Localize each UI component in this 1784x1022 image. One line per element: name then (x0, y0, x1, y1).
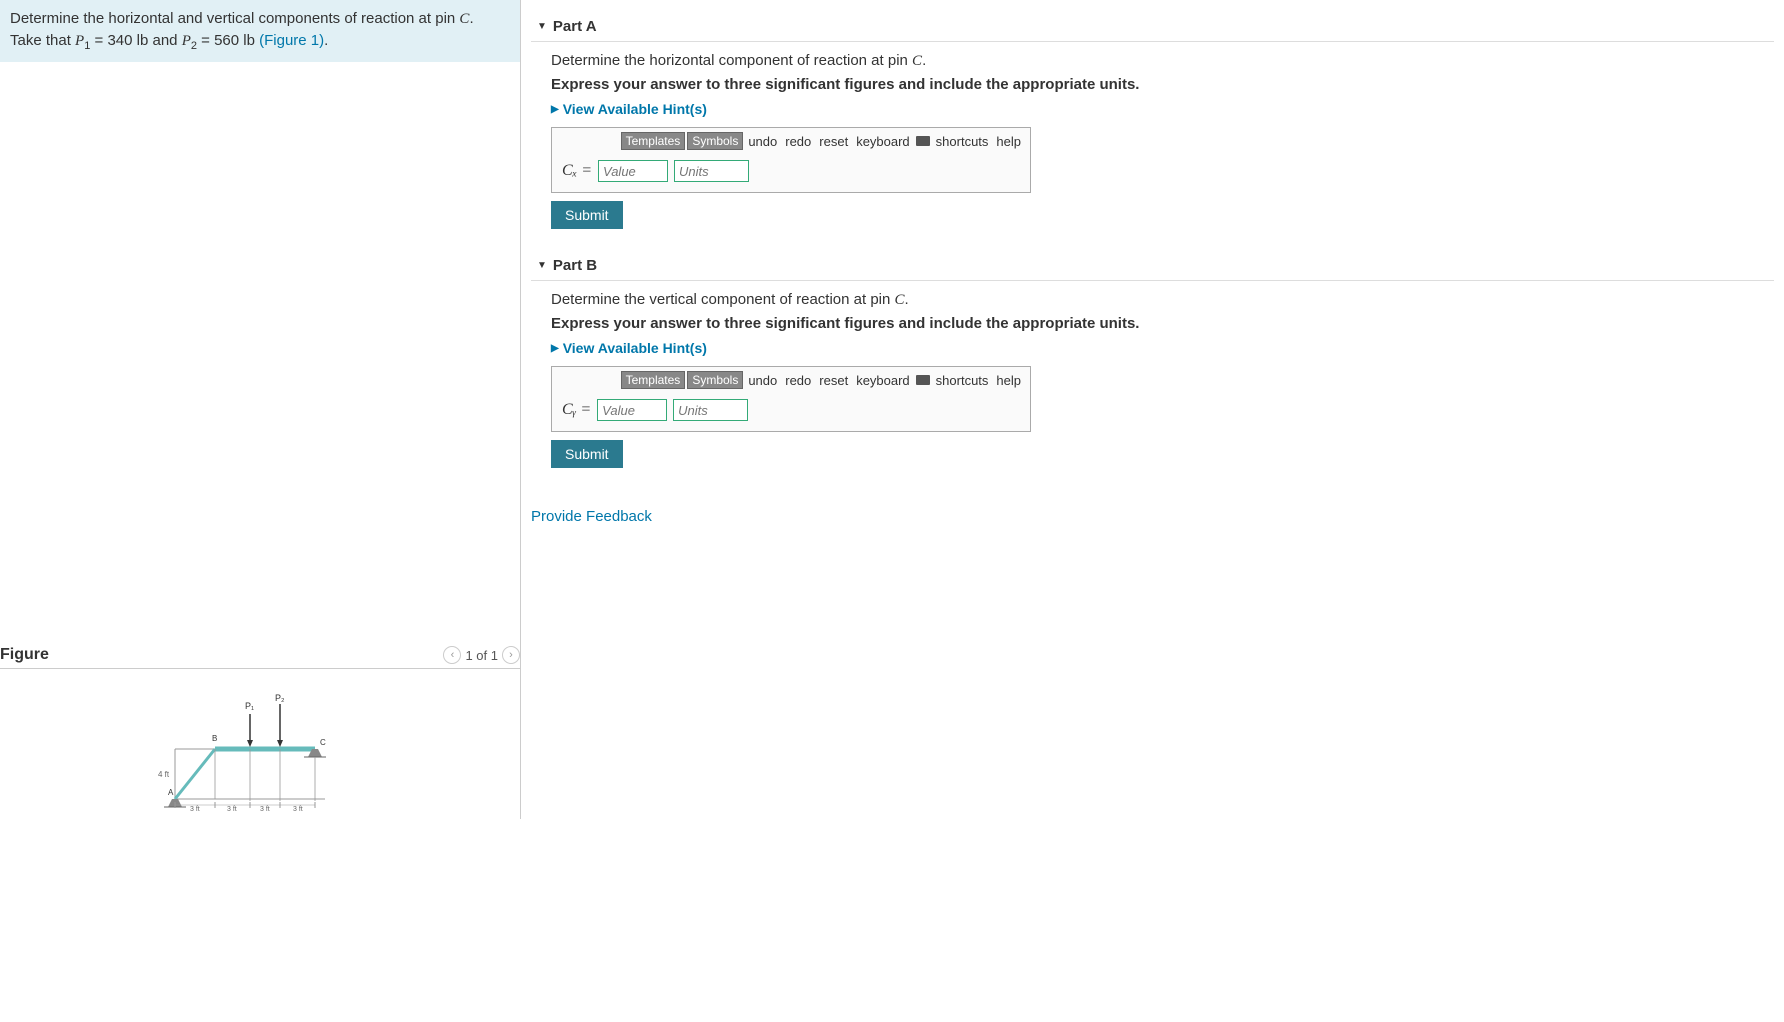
part-a-units-input[interactable] (674, 160, 749, 182)
keyboard-icon (916, 136, 930, 146)
part-b-submit-button[interactable]: Submit (551, 440, 623, 468)
part-b-prompt: Determine the vertical component of reac… (551, 291, 1774, 309)
part-b-header[interactable]: ▼ Part B (531, 249, 1774, 281)
part-a-var-label: Cₓ = (562, 162, 592, 180)
caret-down-icon: ▼ (537, 260, 547, 271)
part-a-title: Part A (553, 18, 597, 35)
part-a-answer-box: Templates Symbols undo redo reset keyboa… (551, 127, 1031, 193)
part-b-var-label: Cᵧ = (562, 401, 591, 419)
part-b-express: Express your answer to three significant… (551, 315, 1774, 332)
part-a-prompt: Determine the horizontal component of re… (551, 52, 1774, 70)
part-b-title: Part B (553, 257, 597, 274)
problem-text: Determine the horizontal and vertical co… (10, 10, 459, 27)
problem-statement: Determine the horizontal and vertical co… (0, 0, 520, 62)
shortcuts-button[interactable]: shortcuts (933, 134, 992, 149)
part-a-toolbar: Templates Symbols undo redo reset keyboa… (552, 128, 1030, 154)
undo-button[interactable]: undo (745, 373, 780, 388)
svg-text:A: A (168, 788, 174, 797)
svg-text:3 ft: 3 ft (293, 806, 303, 813)
part-a-express: Express your answer to three significant… (551, 76, 1774, 93)
svg-text:B: B (212, 734, 217, 743)
keyboard-button[interactable]: keyboard (853, 134, 912, 149)
part-b-toolbar: Templates Symbols undo redo reset keyboa… (552, 367, 1030, 393)
figure-nav: ‹ 1 of 1 › (443, 646, 520, 664)
reset-button[interactable]: reset (816, 373, 851, 388)
part-b-value-input[interactable] (597, 399, 667, 421)
shortcuts-button[interactable]: shortcuts (933, 373, 992, 388)
keyboard-icon (916, 375, 930, 385)
caret-right-icon: ▶ (551, 343, 559, 354)
figure-link[interactable]: (Figure 1) (259, 32, 324, 49)
redo-button[interactable]: redo (782, 134, 814, 149)
redo-button[interactable]: redo (782, 373, 814, 388)
caret-right-icon: ▶ (551, 104, 559, 115)
part-b-answer-box: Templates Symbols undo redo reset keyboa… (551, 366, 1031, 432)
figure-header: Figure ‹ 1 of 1 › (0, 642, 520, 669)
figure-prev-button[interactable]: ‹ (443, 646, 461, 664)
svg-text:4 ft: 4 ft (158, 770, 170, 779)
var-c: C (459, 11, 469, 27)
figure-next-button[interactable]: › (502, 646, 520, 664)
reset-button[interactable]: reset (816, 134, 851, 149)
templates-button[interactable]: Templates (621, 371, 686, 389)
part-b-hints-link[interactable]: ▶ View Available Hint(s) (551, 340, 1774, 356)
svg-text:P₁: P₁ (245, 701, 254, 711)
undo-button[interactable]: undo (745, 134, 780, 149)
caret-down-icon: ▼ (537, 21, 547, 32)
part-a-hints-link[interactable]: ▶ View Available Hint(s) (551, 101, 1774, 117)
figure-title: Figure (0, 646, 49, 664)
part-a-submit-button[interactable]: Submit (551, 201, 623, 229)
part-a-value-input[interactable] (598, 160, 668, 182)
svg-text:3 ft: 3 ft (227, 806, 237, 813)
svg-text:P₂: P₂ (275, 693, 285, 703)
help-button[interactable]: help (993, 134, 1024, 149)
help-button[interactable]: help (993, 373, 1024, 388)
svg-text:3 ft: 3 ft (190, 806, 200, 813)
symbols-button[interactable]: Symbols (687, 371, 743, 389)
figure-diagram: 4 ft P₁ P₂ B C A (0, 669, 520, 819)
provide-feedback-link[interactable]: Provide Feedback (531, 508, 652, 525)
figure-nav-text: 1 of 1 (465, 648, 498, 663)
part-a-header[interactable]: ▼ Part A (531, 10, 1774, 42)
svg-text:C: C (320, 738, 326, 747)
svg-text:3 ft: 3 ft (260, 806, 270, 813)
part-b-units-input[interactable] (673, 399, 748, 421)
keyboard-button[interactable]: keyboard (853, 373, 912, 388)
symbols-button[interactable]: Symbols (687, 132, 743, 150)
templates-button[interactable]: Templates (621, 132, 686, 150)
